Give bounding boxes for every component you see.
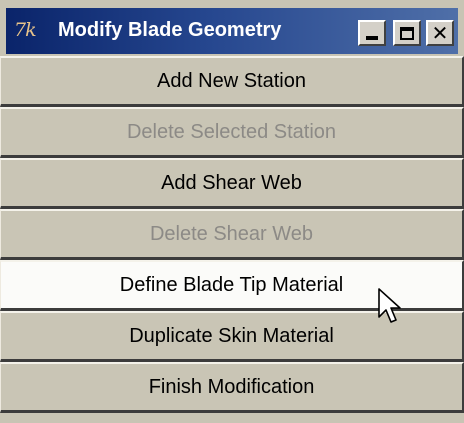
- add-shear-web-label: Add Shear Web: [161, 171, 302, 194]
- delete-selected-station-label: Delete Selected Station: [126, 120, 337, 143]
- minimize-button[interactable]: [358, 20, 386, 46]
- maximize-button[interactable]: [393, 20, 421, 46]
- add-shear-web-button[interactable]: Add Shear Web: [0, 158, 464, 209]
- window-title: Modify Blade Geometry: [58, 19, 282, 41]
- add-new-station-button[interactable]: Add New Station: [0, 56, 464, 107]
- delete-shear-web-label: Delete Shear Web: [149, 222, 314, 245]
- duplicate-skin-material-label: Duplicate Skin Material: [129, 324, 334, 347]
- define-blade-tip-material-button[interactable]: Define Blade Tip Material: [0, 260, 464, 311]
- define-blade-tip-material-label: Define Blade Tip Material: [119, 273, 344, 296]
- close-icon: ✕: [431, 21, 449, 45]
- add-new-station-label: Add New Station: [157, 69, 306, 92]
- delete-selected-station-button: Delete Selected Station: [0, 107, 464, 158]
- title-bar[interactable]: 7k Modify Blade Geometry ✕: [6, 8, 458, 54]
- delete-shear-web-button: Delete Shear Web: [0, 209, 464, 260]
- tk-app-icon: 7k: [14, 19, 37, 41]
- close-button[interactable]: ✕: [426, 20, 454, 46]
- finish-modification-button[interactable]: Finish Modification: [0, 362, 464, 413]
- modification-menu: Add New Station Delete Selected Station …: [0, 56, 464, 413]
- minimize-icon: [366, 36, 378, 40]
- finish-modification-label: Finish Modification: [148, 375, 315, 398]
- modify-blade-geometry-window: 7k Modify Blade Geometry ✕ Add New Stati…: [0, 0, 464, 423]
- maximize-icon: [400, 26, 414, 40]
- duplicate-skin-material-button[interactable]: Duplicate Skin Material: [0, 311, 464, 362]
